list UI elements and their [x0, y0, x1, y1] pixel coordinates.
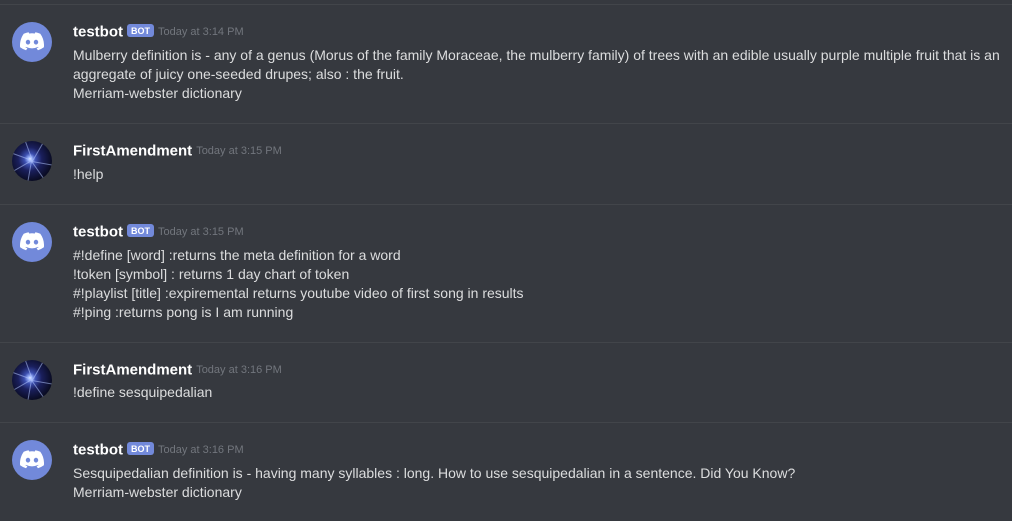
chat-message-list: testbot BOT Today at 3:14 PM Mulberry defi… — [0, 0, 1012, 521]
username[interactable]: testbot — [73, 441, 123, 458]
message-header: FirstAmendment Today at 3:15 PM — [73, 142, 282, 162]
username[interactable]: testbot — [73, 23, 123, 40]
message-divider — [0, 4, 1012, 5]
timestamp: Today at 3:14 PM — [158, 25, 244, 38]
username[interactable]: FirstAmendment — [73, 142, 192, 159]
message-line: !help — [73, 166, 104, 182]
message-content: !define sesquipedalian — [73, 383, 212, 402]
timestamp: Today at 3:15 PM — [196, 144, 282, 157]
message-header: testbot BOT Today at 3:16 PM — [73, 441, 244, 461]
message-line: #!ping :returns pong is I am running — [73, 304, 294, 320]
message-divider — [0, 204, 1012, 205]
message-content: #!define [word] :returns the meta defini… — [73, 246, 524, 322]
bot-tag: BOT — [127, 224, 154, 238]
discord-logo-icon[interactable] — [12, 22, 52, 62]
timestamp: Today at 3:16 PM — [158, 443, 244, 456]
timestamp: Today at 3:15 PM — [158, 225, 244, 238]
message-divider — [0, 422, 1012, 423]
message-line: Sesquipedalian definition is - having ma… — [73, 465, 796, 481]
message-divider — [0, 342, 1012, 343]
username[interactable]: testbot — [73, 223, 123, 240]
message-line: #!playlist [title] :expiremental returns… — [73, 285, 524, 301]
bot-tag: BOT — [127, 24, 154, 38]
message-content: Mulberry definition is - any of a genus … — [73, 46, 1000, 103]
bot-tag: BOT — [127, 442, 154, 456]
timestamp: Today at 3:16 PM — [196, 363, 282, 376]
message-line: aggregate of juicy one-seeded drupes; al… — [73, 66, 404, 82]
message-line: #!define [word] :returns the meta defini… — [73, 247, 401, 263]
message-content: !help — [73, 165, 103, 184]
message-header: testbot BOT Today at 3:14 PM — [73, 23, 244, 43]
discord-logo-icon[interactable] — [12, 222, 52, 262]
user-avatar[interactable] — [12, 360, 52, 400]
message-header: FirstAmendment Today at 3:16 PM — [73, 361, 282, 381]
discord-logo-icon[interactable] — [12, 440, 52, 480]
message-line: !token [symbol] : returns 1 day chart of… — [73, 266, 350, 282]
message-divider — [0, 123, 1012, 124]
message-line: !define sesquipedalian — [73, 384, 213, 400]
message-line: Merriam-webster dictionary — [73, 85, 242, 101]
user-avatar[interactable] — [12, 141, 52, 181]
message-line: Mulberry definition is - any of a genus … — [73, 47, 1000, 63]
message-content: Sesquipedalian definition is - having ma… — [73, 464, 795, 502]
message-line: Merriam-webster dictionary — [73, 484, 242, 500]
username[interactable]: FirstAmendment — [73, 361, 192, 378]
message-header: testbot BOT Today at 3:15 PM — [73, 223, 244, 243]
